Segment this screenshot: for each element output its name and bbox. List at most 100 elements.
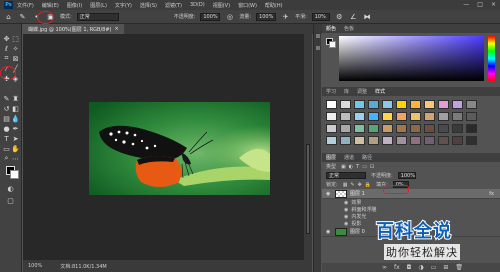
maximize-button[interactable]: □ <box>477 1 483 8</box>
blur-tool-icon[interactable]: 💧 <box>11 114 20 123</box>
style-swatch[interactable] <box>424 136 435 145</box>
style-swatch[interactable] <box>382 124 393 133</box>
tab-channels[interactable]: 通道 <box>344 154 354 161</box>
menu-select[interactable]: 选择(S) <box>140 2 157 9</box>
path-select-tool-icon[interactable]: ➤ <box>11 134 20 143</box>
eye-icon[interactable]: ◉ <box>344 214 348 220</box>
style-swatch[interactable] <box>340 100 351 109</box>
tab-swatches[interactable]: 色板 <box>344 25 354 32</box>
scrollbar-thumb[interactable] <box>306 144 310 234</box>
zoom-tool-icon[interactable]: ⌕ <box>2 154 11 163</box>
filter-smart-icon[interactable]: ⊡ <box>370 164 374 170</box>
menu-filter[interactable]: 滤镜(T) <box>165 2 182 9</box>
quick-select-tool-icon[interactable]: ✧ <box>11 44 20 53</box>
gear-icon[interactable]: ⚙ <box>335 12 344 21</box>
style-swatch[interactable] <box>340 136 351 145</box>
style-swatch[interactable] <box>368 136 379 145</box>
brush-tool-preset-icon[interactable]: ✎ <box>18 12 27 21</box>
blend-mode-select[interactable]: 正常 <box>326 172 366 179</box>
lock-move-icon[interactable]: ✥ <box>358 182 362 188</box>
pen-tool-icon[interactable]: ✒ <box>11 124 20 133</box>
style-swatch[interactable] <box>438 100 449 109</box>
move-tool-icon[interactable]: ✥ <box>2 34 11 43</box>
style-swatch[interactable] <box>354 100 365 109</box>
fx-badge[interactable]: fx <box>489 191 494 197</box>
frame-tool-icon[interactable]: ⊠ <box>11 54 20 63</box>
style-swatch[interactable] <box>466 112 477 121</box>
tab-close-icon[interactable]: × <box>114 26 118 32</box>
style-swatch[interactable] <box>326 136 337 145</box>
filter-adjust-icon[interactable]: ◐ <box>349 164 353 170</box>
dodge-tool-icon[interactable]: ● <box>2 124 11 133</box>
pressure-opacity-icon[interactable]: ◎ <box>225 12 234 21</box>
angle-icon[interactable]: ∠ <box>349 12 358 21</box>
layer-name[interactable]: 图层 1 <box>350 190 365 197</box>
tab-learn[interactable]: 学习 <box>326 88 336 95</box>
style-swatch[interactable] <box>382 100 393 109</box>
mode-select[interactable]: 正常 <box>76 12 119 21</box>
history-brush-icon[interactable]: ↺ <box>2 104 11 113</box>
close-button[interactable]: × <box>491 1 496 8</box>
crop-tool-icon[interactable]: ⌗ <box>2 54 11 63</box>
style-swatch[interactable] <box>438 136 449 145</box>
status-zoom[interactable]: 100% <box>28 263 42 269</box>
minimize-button[interactable]: — <box>463 1 469 8</box>
filter-pixel-icon[interactable]: ▣ <box>341 164 346 170</box>
menu-type[interactable]: 文字(Y) <box>115 2 132 9</box>
lock-transparent-icon[interactable]: ▦ <box>343 182 348 188</box>
type-tool-icon[interactable]: T <box>2 134 11 143</box>
menu-file[interactable]: 文件(F) <box>17 2 34 9</box>
marquee-tool-icon[interactable]: ⬚ <box>11 34 20 43</box>
menu-window[interactable]: 窗口(W) <box>238 2 257 9</box>
style-swatch[interactable] <box>424 100 435 109</box>
eraser-tool-icon[interactable]: ◧ <box>11 104 20 113</box>
style-swatch[interactable] <box>326 124 337 133</box>
menu-view[interactable]: 视图(V) <box>213 2 230 9</box>
menu-3d[interactable]: 3D(D) <box>190 2 205 8</box>
document-tab[interactable]: 蝴蝶.jpg @ 100%(图层 1, RGB/8#) × <box>23 24 124 34</box>
style-swatch[interactable] <box>466 136 477 145</box>
clone-stamp-tool-icon[interactable]: ♜ <box>11 94 20 103</box>
layer-name[interactable]: 图层 0 <box>350 228 365 235</box>
eye-icon[interactable]: ◉ <box>344 200 348 206</box>
style-swatch[interactable] <box>368 124 379 133</box>
history-panel-icon[interactable] <box>316 34 320 38</box>
lock-paint-icon[interactable]: ✎ <box>350 182 354 188</box>
style-swatch[interactable] <box>340 124 351 133</box>
style-swatch[interactable] <box>354 136 365 145</box>
hand-tool-icon[interactable]: ✋ <box>11 144 20 153</box>
airbrush-icon[interactable]: ✈ <box>281 12 290 21</box>
layer-opacity-field[interactable]: 100% <box>397 172 416 179</box>
tab-styles[interactable]: 样式 <box>375 88 385 95</box>
symmetry-icon[interactable]: ⧓ <box>363 12 372 21</box>
filter-type-icon[interactable]: T <box>356 164 359 170</box>
butterfly-image[interactable] <box>89 102 270 195</box>
style-swatch[interactable] <box>410 136 421 145</box>
style-swatch[interactable] <box>424 112 435 121</box>
style-swatch[interactable] <box>452 100 463 109</box>
home-icon[interactable]: ⌂ <box>4 12 13 21</box>
quick-mask-icon[interactable]: ◐ <box>6 184 15 193</box>
flow-field[interactable]: 100% <box>256 12 277 21</box>
gradient-tool-icon[interactable]: ▤ <box>2 114 11 123</box>
eye-icon[interactable]: ◉ <box>326 229 332 235</box>
more-tools-icon[interactable]: ⋯ <box>11 154 20 163</box>
style-swatch[interactable] <box>340 112 351 121</box>
lasso-tool-icon[interactable]: ℓ <box>2 44 11 53</box>
eye-icon[interactable]: ◉ <box>344 221 348 227</box>
effect-bevel-row[interactable]: ◉ 斜面和浮雕 <box>322 206 500 214</box>
style-swatch[interactable] <box>410 112 421 121</box>
color-picker-field[interactable] <box>339 36 484 81</box>
style-swatch[interactable] <box>410 100 421 109</box>
style-swatch[interactable] <box>326 100 337 109</box>
tab-layers[interactable]: 图层 <box>326 154 336 161</box>
background-color-swatch[interactable] <box>10 170 19 179</box>
effects-row[interactable]: ◉ 效果 <box>322 199 500 207</box>
style-swatch[interactable] <box>452 124 463 133</box>
style-swatch[interactable] <box>382 112 393 121</box>
style-swatch[interactable] <box>396 112 407 121</box>
smoothing-field[interactable]: 10% <box>311 12 330 21</box>
properties-panel-icon[interactable] <box>316 46 320 50</box>
opacity-field[interactable]: 100% <box>200 12 221 21</box>
style-swatch[interactable] <box>424 124 435 133</box>
